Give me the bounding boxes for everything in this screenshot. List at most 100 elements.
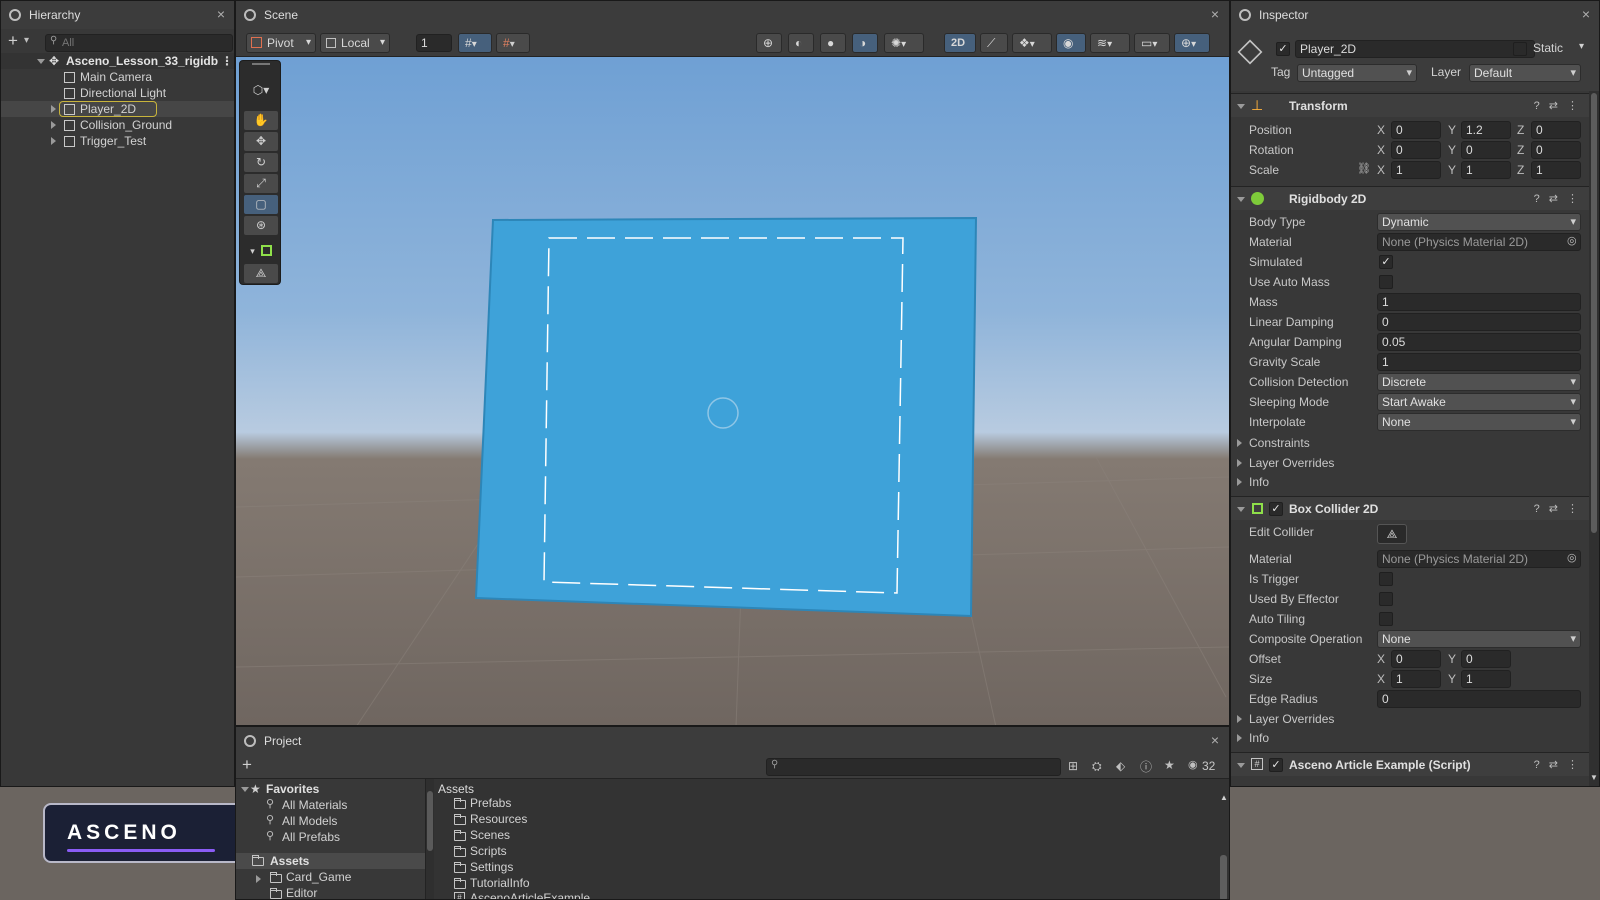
material-field[interactable]: None (Physics Material 2D) <box>1377 550 1581 568</box>
script-component-header[interactable]: # ✓ Asceno Article Example (Script) ?⇄⋮ <box>1231 752 1599 776</box>
camera-button[interactable]: ▭▾ <box>1134 33 1170 53</box>
tree-folder-item[interactable]: Editor <box>286 886 317 899</box>
tab-project[interactable]: Project <box>236 727 1229 755</box>
folder-item[interactable]: Scenes <box>470 828 510 842</box>
favorite-item[interactable]: All Materials <box>282 798 347 812</box>
component-menu-icons[interactable]: ?⇄⋮ <box>1534 758 1587 771</box>
tree-assets-row[interactable]: Assets <box>236 853 425 869</box>
foldout-icon[interactable] <box>1237 507 1245 512</box>
file-item[interactable]: AscenoArticleExample <box>470 891 590 899</box>
chevron-down-icon[interactable]: ▾ <box>1579 41 1584 52</box>
foldout-icon[interactable] <box>1237 478 1242 486</box>
add-icon[interactable]: + <box>242 755 252 775</box>
position-z-field[interactable]: 0 <box>1531 121 1581 139</box>
scale-y-field[interactable]: 1 <box>1461 161 1511 179</box>
transform-header[interactable]: ⊥ Transform ?⇄⋮ <box>1231 93 1599 117</box>
component-menu-icons[interactable]: ?⇄⋮ <box>1534 99 1587 112</box>
sleeping-mode-dropdown[interactable]: Start Awake <box>1377 393 1581 411</box>
linear-damping-field[interactable]: 0 <box>1377 313 1581 331</box>
lit-shading-button[interactable]: ◑ <box>852 33 878 53</box>
expand-icon[interactable] <box>51 137 56 145</box>
material-field[interactable]: None (Physics Material 2D) <box>1377 233 1581 251</box>
close-icon[interactable]: × <box>214 7 228 21</box>
tab-hierarchy[interactable]: Hierarchy <box>1 1 234 29</box>
folder-item[interactable]: Prefabs <box>470 796 511 810</box>
edge-radius-field[interactable]: 0 <box>1377 690 1581 708</box>
folder-item[interactable]: TutorialInfo <box>470 876 530 890</box>
component-enabled-checkbox[interactable]: ✓ <box>1269 502 1283 516</box>
folder-item[interactable]: Resources <box>470 812 527 826</box>
add-icon[interactable]: + <box>8 31 18 51</box>
collision-detection-dropdown[interactable]: Discrete <box>1377 373 1581 391</box>
effects-button[interactable]: ❖▾ <box>1012 33 1052 53</box>
file-list-scrollbar[interactable]: ▲ <box>1218 793 1228 899</box>
component-enabled-checkbox[interactable]: ✓ <box>1269 758 1283 772</box>
static-checkbox[interactable] <box>1513 42 1527 56</box>
angular-damping-field[interactable]: 0.05 <box>1377 333 1581 351</box>
wireframe-shading-button[interactable]: ◐ <box>788 33 814 53</box>
edit-collider-button[interactable]: ⟁ <box>1377 524 1407 544</box>
layer-overrides-foldout[interactable]: Layer Overrides <box>1249 454 1334 472</box>
foldout-icon[interactable] <box>1237 197 1245 202</box>
scale-z-field[interactable]: 1 <box>1531 161 1581 179</box>
folder-item[interactable]: Settings <box>470 860 513 874</box>
active-checkbox[interactable]: ✓ <box>1276 42 1290 56</box>
folder-item[interactable]: Scripts <box>470 844 507 858</box>
hierarchy-item-selected[interactable]: Player_2D <box>1 101 234 117</box>
more-menu-icon[interactable]: ⋮ <box>221 53 233 69</box>
grid-size-field[interactable]: 1 <box>416 34 452 52</box>
project-tree-scrollbar[interactable] <box>426 779 434 899</box>
size-x-field[interactable]: 1 <box>1391 670 1441 688</box>
rotation-x-field[interactable]: 0 <box>1391 141 1441 159</box>
rigidbody2d-header[interactable]: Rigidbody 2D ?⇄⋮ <box>1231 186 1599 210</box>
expand-icon[interactable] <box>51 121 56 129</box>
interpolate-dropdown[interactable]: None <box>1377 413 1581 431</box>
constrain-proportions-icon[interactable]: ⛓ <box>1357 162 1371 175</box>
visibility-eye-button[interactable]: ◉ <box>1056 33 1086 53</box>
hierarchy-item[interactable]: Collision_Ground <box>1 117 234 133</box>
foldout-icon[interactable] <box>1237 734 1242 742</box>
position-y-field[interactable]: 1.2 <box>1461 121 1511 139</box>
favorite-item[interactable]: All Prefabs <box>282 830 340 844</box>
boxcollider2d-header[interactable]: ✓ Box Collider 2D ?⇄⋮ <box>1231 496 1599 520</box>
inspector-scrollbar[interactable]: ▼ <box>1589 91 1599 786</box>
audio-toggle-button[interactable]: ⟋ <box>980 33 1008 53</box>
label-icon[interactable]: ⬖ <box>1116 759 1125 773</box>
warnings-icon[interactable]: ⓘ <box>1140 758 1152 775</box>
favorite-item[interactable]: All Models <box>282 814 337 828</box>
constraints-foldout[interactable]: Constraints <box>1249 434 1310 452</box>
auto-tiling-checkbox[interactable] <box>1379 612 1393 626</box>
foldout-icon[interactable] <box>1237 763 1245 768</box>
grid-snap-button[interactable]: #▾ <box>458 33 492 53</box>
tree-folder-item[interactable]: Card_Game <box>286 870 351 884</box>
foldout-icon[interactable] <box>1237 439 1242 447</box>
info-foldout[interactable]: Info <box>1249 729 1269 747</box>
expand-icon[interactable] <box>241 787 249 792</box>
rotation-z-field[interactable]: 0 <box>1531 141 1581 159</box>
foldout-icon[interactable] <box>1237 104 1245 109</box>
offset-y-field[interactable]: 0 <box>1461 650 1511 668</box>
tab-inspector[interactable]: Inspector <box>1231 1 1599 29</box>
tab-scene[interactable]: Scene <box>236 1 1229 29</box>
space-dropdown[interactable]: Local ▾ <box>320 33 390 53</box>
object-picker-icon[interactable]: ◎ <box>1567 234 1577 247</box>
simulated-checkbox[interactable]: ✓ <box>1379 255 1393 269</box>
lighting-toggle-button[interactable]: ✺▾ <box>884 33 924 53</box>
project-search-input[interactable] <box>766 758 1061 776</box>
hierarchy-item[interactable]: Main Camera <box>1 69 234 85</box>
orientation-gizmo-button[interactable]: ⊕ <box>756 33 782 53</box>
composite-operation-dropdown[interactable]: None <box>1377 630 1581 648</box>
layers-button[interactable]: ≋▾ <box>1090 33 1130 53</box>
use-auto-mass-checkbox[interactable] <box>1379 275 1393 289</box>
rotation-y-field[interactable]: 0 <box>1461 141 1511 159</box>
layer-overrides-foldout[interactable]: Layer Overrides <box>1249 710 1334 728</box>
close-icon[interactable]: × <box>1579 7 1593 21</box>
expand-icon[interactable] <box>37 59 45 64</box>
position-x-field[interactable]: 0 <box>1391 121 1441 139</box>
player-sprite[interactable] <box>236 57 1230 726</box>
layer-dropdown[interactable]: Default <box>1469 64 1581 82</box>
body-type-dropdown[interactable]: Dynamic <box>1377 213 1581 231</box>
mass-field[interactable]: 1 <box>1377 293 1581 311</box>
size-y-field[interactable]: 1 <box>1461 670 1511 688</box>
hierarchy-item[interactable]: Trigger_Test <box>1 133 234 149</box>
